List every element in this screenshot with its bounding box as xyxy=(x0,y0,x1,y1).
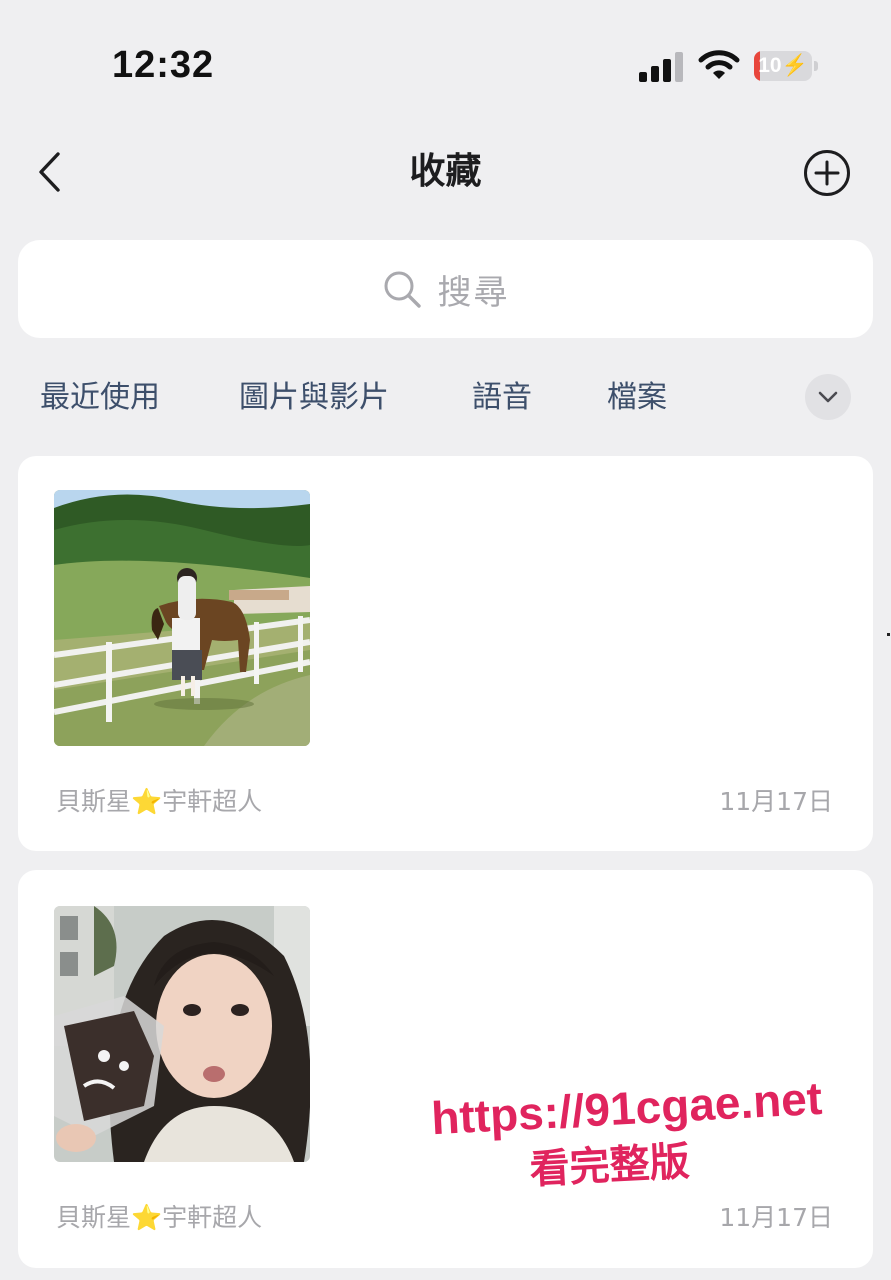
chevron-down-icon xyxy=(818,391,838,403)
search-placeholder: 搜尋 xyxy=(437,272,510,313)
tab-recent[interactable]: 最近使用 xyxy=(40,370,160,426)
status-bar: 12:32 10⚡ xyxy=(0,0,891,120)
favorite-source: 貝斯星⭐宇軒超人 xyxy=(56,1203,263,1232)
battery-level: 10⚡ xyxy=(754,51,812,81)
edge-mark xyxy=(887,633,890,636)
search-icon xyxy=(384,271,421,308)
status-time: 12:32 xyxy=(112,44,215,86)
battery-cap xyxy=(814,61,818,71)
tab-files[interactable]: 檔案 xyxy=(607,370,667,426)
wifi-icon xyxy=(698,50,740,79)
battery-percent: 10 xyxy=(758,54,782,77)
tabs-expand-button[interactable] xyxy=(805,374,851,420)
photo-girl-plush xyxy=(54,906,310,1162)
battery-body: 10⚡ xyxy=(754,51,812,81)
favorite-date: 11月17日 xyxy=(719,787,833,816)
tab-voice[interactable]: 語音 xyxy=(472,370,532,426)
page-title: 收藏 xyxy=(409,151,482,192)
add-button[interactable] xyxy=(803,149,851,197)
plus-circle-icon xyxy=(804,150,850,196)
favorite-thumbnail[interactable] xyxy=(54,490,310,746)
signal-icon xyxy=(639,52,683,82)
favorite-source: 貝斯星⭐宇軒超人 xyxy=(56,787,263,816)
battery-charging-icon: ⚡ xyxy=(781,54,808,77)
favorite-item[interactable]: 貝斯星⭐宇軒超人 11月17日 xyxy=(18,456,873,851)
category-tabs: 最近使用 圖片與影片 語音 檔案 xyxy=(0,370,891,426)
photo-horse-ranch xyxy=(54,490,310,746)
search-input[interactable]: 搜尋 xyxy=(18,240,873,338)
favorite-thumbnail[interactable] xyxy=(54,906,310,1162)
tab-photos-videos[interactable]: 圖片與影片 xyxy=(239,370,389,426)
battery-indicator: 10⚡ xyxy=(754,51,818,81)
watermark: https://91cgae.net 看完整版 xyxy=(398,1068,859,1222)
